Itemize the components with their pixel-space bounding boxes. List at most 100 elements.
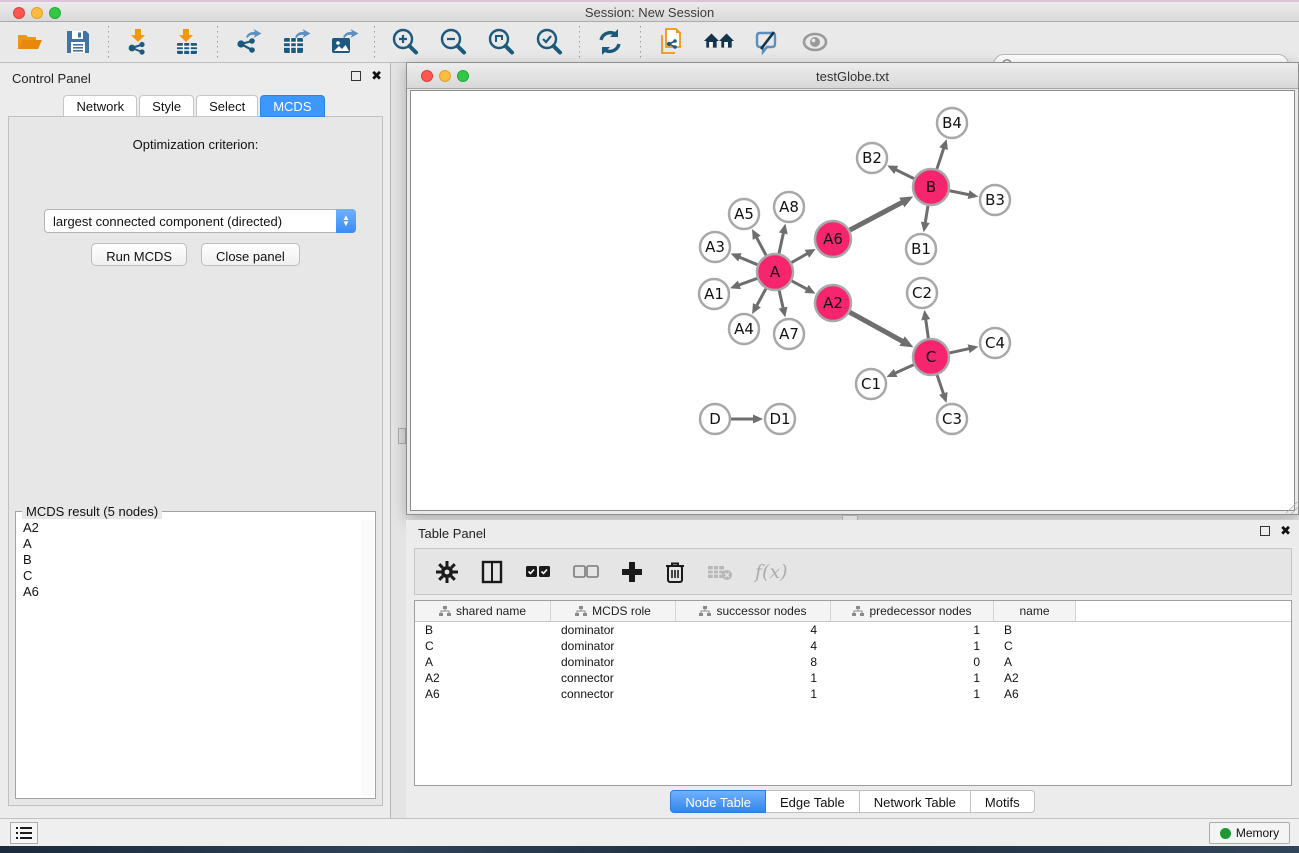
graph-edge[interactable] [925,318,928,338]
tab-motifs[interactable]: Motifs [971,790,1035,813]
run-mcds-button[interactable]: Run MCDS [91,243,187,266]
zoom-in-button[interactable] [389,26,421,58]
graph-edge[interactable] [792,281,809,290]
cell-name[interactable]: A2 [994,670,1076,686]
cell-mcds-role[interactable]: connector [551,686,676,702]
tab-mcds[interactable]: MCDS [260,95,324,117]
show-columns-button[interactable] [481,560,503,584]
graph-edge[interactable] [738,278,758,285]
graph-edge[interactable] [850,202,904,231]
select-all-button[interactable] [525,565,551,579]
cell-mcds-role[interactable]: dominator [551,622,676,638]
cell-predecessor-nodes[interactable]: 1 [831,622,994,638]
graph-edge[interactable] [894,365,914,374]
column-header-predecessor-nodes[interactable]: predecessor nodes [831,601,994,621]
houses-button[interactable] [703,26,735,58]
cell-name[interactable]: A6 [994,686,1076,702]
table-row[interactable]: B dominator 4 1 B [415,622,1291,638]
column-header-mcds-role[interactable]: MCDS role [551,601,676,621]
close-panel-icon[interactable]: ✖ [371,71,382,81]
list-item[interactable]: A2 [17,520,361,536]
function-builder-button[interactable]: f(x) [755,561,788,583]
cell-predecessor-nodes[interactable]: 0 [831,654,994,670]
network-graph[interactable]: B4B2BB3A8A5A6A3B1AA1C2A2A4A7C4CC1C3DD1 [411,91,1296,513]
column-header-name[interactable]: name [994,601,1076,621]
destroy-table-button[interactable] [707,563,733,581]
vertical-splitter-grip[interactable] [398,428,406,444]
deselect-all-button[interactable] [573,565,599,579]
optimization-criterion-dropdown[interactable]: largest connected component (directed) ▲… [44,209,356,233]
cell-successor-nodes[interactable]: 8 [676,654,831,670]
network-window-titlebar[interactable]: testGlobe.txt [407,63,1298,89]
cell-predecessor-nodes[interactable]: 1 [831,638,994,654]
cell-shared-name[interactable]: A [415,654,551,670]
float-panel-icon[interactable] [1260,526,1270,536]
import-network-button[interactable] [123,26,155,58]
table-settings-button[interactable] [435,560,459,584]
table-row[interactable]: A6 connector 1 1 A6 [415,686,1291,702]
export-image-button[interactable] [328,26,360,58]
export-network-button[interactable] [232,26,264,58]
cell-shared-name[interactable]: C [415,638,551,654]
mcds-result-list[interactable]: A2 A B C A6 [17,520,362,796]
tab-style[interactable]: Style [139,95,194,117]
tab-network-table[interactable]: Network Table [860,790,971,813]
cell-shared-name[interactable]: B [415,622,551,638]
list-item[interactable]: A6 [17,584,361,600]
graph-edge[interactable] [756,236,766,255]
memory-button[interactable]: Memory [1209,822,1290,844]
cell-successor-nodes[interactable]: 4 [676,622,831,638]
resize-handle[interactable] [1286,502,1298,514]
delete-column-button[interactable] [665,560,685,584]
list-item[interactable]: A [17,536,361,552]
cell-name[interactable]: C [994,638,1076,654]
graph-edge[interactable] [756,289,766,307]
graph-edge[interactable] [779,291,783,310]
cell-successor-nodes[interactable]: 1 [676,670,831,686]
graph-edge[interactable] [937,147,944,169]
tab-select[interactable]: Select [196,95,258,117]
eye-button[interactable] [799,26,831,58]
graph-edge[interactable] [937,375,944,395]
column-header-shared-name[interactable]: shared name [415,601,551,621]
cell-name[interactable]: A [994,654,1076,670]
copy-network-button[interactable] [655,26,687,58]
export-table-button[interactable] [280,26,312,58]
table-row[interactable]: C dominator 4 1 C [415,638,1291,654]
table-row[interactable]: A2 connector 1 1 A2 [415,670,1291,686]
graph-edge[interactable] [792,253,809,263]
cell-predecessor-nodes[interactable]: 1 [831,686,994,702]
table-row[interactable]: A dominator 8 0 A [415,654,1291,670]
column-header-successor-nodes[interactable]: successor nodes [676,601,831,621]
graph-edge[interactable] [950,348,971,353]
cell-mcds-role[interactable]: dominator [551,654,676,670]
open-file-button[interactable] [14,26,46,58]
close-panel-button[interactable]: Close panel [201,243,300,266]
float-panel-icon[interactable] [351,71,361,81]
zoom-fit-button[interactable] [485,26,517,58]
list-item[interactable]: C [17,568,361,584]
import-table-button[interactable] [171,26,203,58]
tab-network[interactable]: Network [63,95,137,117]
result-scrollbar[interactable] [361,520,374,796]
task-history-button[interactable] [10,822,38,844]
cell-shared-name[interactable]: A2 [415,670,551,686]
cell-successor-nodes[interactable]: 4 [676,638,831,654]
zoom-out-button[interactable] [437,26,469,58]
cell-successor-nodes[interactable]: 1 [676,686,831,702]
refresh-button[interactable] [594,26,626,58]
cell-shared-name[interactable]: A6 [415,686,551,702]
zoom-selected-button[interactable] [533,26,565,58]
cell-mcds-role[interactable]: dominator [551,638,676,654]
graph-edge[interactable] [894,169,914,179]
save-session-button[interactable] [62,26,94,58]
graph-edge[interactable] [738,257,757,265]
tab-node-table[interactable]: Node Table [670,790,766,813]
graph-edge[interactable] [779,231,784,253]
graph-edge[interactable] [950,191,971,195]
cell-name[interactable]: B [994,622,1076,638]
tab-edge-table[interactable]: Edge Table [766,790,860,813]
list-item[interactable]: B [17,552,361,568]
close-panel-icon[interactable]: ✖ [1280,526,1291,536]
hide-labels-button[interactable] [751,26,783,58]
